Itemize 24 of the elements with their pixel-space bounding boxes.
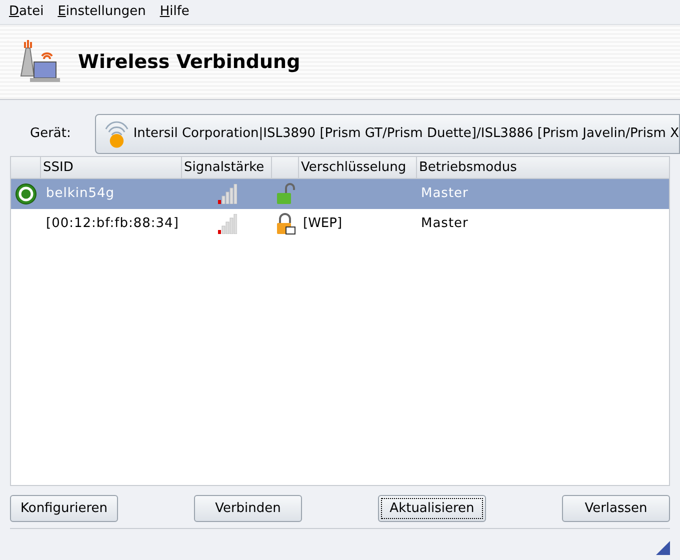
table-cell-text: Master <box>420 215 470 234</box>
signal-icon <box>217 184 237 204</box>
column-header[interactable]: SSID <box>41 157 182 178</box>
resize-grip-icon[interactable] <box>656 541 670 555</box>
dialog-button[interactable]: Verlassen <box>562 495 670 522</box>
menu-item[interactable]: Einstellungen <box>58 2 146 22</box>
column-header[interactable]: Signalstärke <box>182 157 272 178</box>
device-label: Gerät: <box>30 125 71 144</box>
table-cell: [WEP] <box>303 216 342 232</box>
table-cell-text: Master <box>420 185 470 204</box>
column-header[interactable]: Verschlüsselung <box>299 157 417 178</box>
table-cell-text: [00:12:bf:fb:88:34] <box>45 215 180 234</box>
table-cell-text: belkin54g <box>45 185 116 204</box>
wireless-signal-icon <box>104 119 130 149</box>
dialog-button[interactable]: Verbinden <box>194 495 302 522</box>
window-title: Wireless Verbindung <box>78 50 300 75</box>
device-dropdown[interactable]: Intersil Corporation|ISL3890 [Prism GT/Prism Duette]/ISL3886 [Prism Javelin/Prism X <box>94 114 680 154</box>
dialog-button[interactable]: Konfigurieren <box>10 495 118 522</box>
column-header[interactable]: Betriebsmodus <box>417 157 669 178</box>
dialog-button[interactable]: Aktualisieren <box>378 495 486 522</box>
device-name: Intersil Corporation|ISL3890 [Prism GT/Prism Duette]/ISL3886 [Prism Javelin/Prism X <box>133 125 679 144</box>
menu-item[interactable]: Hilfe <box>160 2 190 22</box>
signal-icon <box>217 214 237 234</box>
menu-item[interactable]: Datei <box>9 2 44 22</box>
